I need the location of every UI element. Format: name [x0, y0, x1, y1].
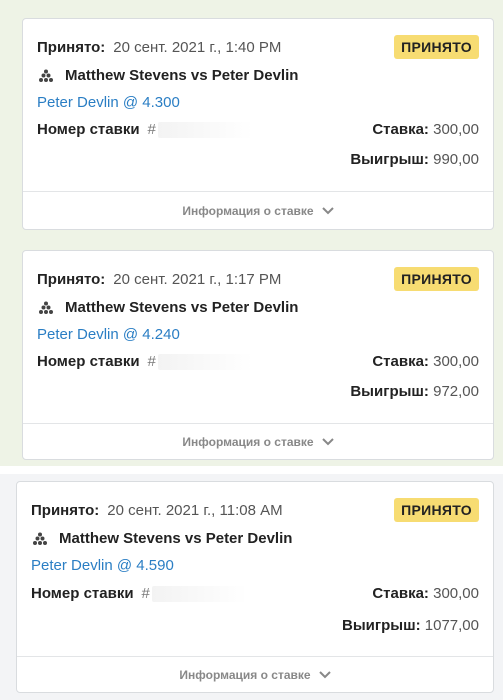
- snooker-triangle-icon: [39, 69, 53, 82]
- accepted-label: Принято:: [37, 39, 106, 56]
- win-label: Выигрыш:: [350, 151, 429, 168]
- accepted-date: 20 сент. 2021 г., 1:40 PM: [113, 39, 282, 56]
- status-badge: ПРИНЯТО: [394, 498, 479, 522]
- bet-number-label: Номер ставки: [37, 353, 140, 370]
- win-pair: Выигрыш: 1077,00: [342, 617, 479, 634]
- bet-number-prefix: #: [141, 585, 150, 602]
- stake-pair: Ставка: 300,00: [372, 121, 479, 138]
- bet-number-redacted: [151, 585, 247, 602]
- bet-number-prefix: #: [147, 121, 156, 138]
- win-value: 1077,00: [424, 617, 479, 634]
- bet-number-redacted: [157, 353, 253, 370]
- status-badge: ПРИНЯТО: [394, 35, 479, 59]
- match-row: Matthew Stevens vs Peter Devlin: [37, 299, 479, 316]
- win-pair: Выигрыш: 972,00: [350, 383, 479, 400]
- bet-info-toggle[interactable]: Информация о ставке: [23, 423, 493, 459]
- win-label: Выигрыш:: [350, 383, 429, 400]
- accepted-label: Принято:: [31, 502, 100, 519]
- bet-card: Принято: 20 сент. 2021 г., 1:40 PM ПРИНЯ…: [22, 18, 494, 230]
- bet-card: Принято: 20 сент. 2021 г., 1:17 PM ПРИНЯ…: [22, 250, 494, 460]
- bet-number-prefix: #: [147, 353, 156, 370]
- bet-number-label: Номер ставки: [37, 121, 140, 138]
- stake-value: 300,00: [433, 353, 479, 370]
- selection-odds[interactable]: Peter Devlin @ 4.590: [31, 557, 174, 574]
- selection-row: Peter Devlin @ 4.300: [37, 94, 479, 111]
- snooker-triangle-icon: [39, 301, 53, 314]
- bet-number-redacted: [157, 121, 253, 138]
- selection-row: Peter Devlin @ 4.590: [31, 557, 479, 574]
- bet-card: Принято: 20 сент. 2021 г., 11:08 AM ПРИН…: [16, 481, 494, 693]
- win-value: 972,00: [433, 383, 479, 400]
- bet-info-label: Информация о ставке: [182, 203, 314, 218]
- match-row: Matthew Stevens vs Peter Devlin: [31, 530, 479, 547]
- stake-label: Ставка:: [372, 585, 429, 602]
- bet-info-toggle[interactable]: Информация о ставке: [23, 191, 493, 229]
- win-pair: Выигрыш: 990,00: [350, 151, 479, 168]
- stake-label: Ставка:: [372, 353, 429, 370]
- stake-pair: Ставка: 300,00: [372, 353, 479, 370]
- strip-divider: [0, 466, 503, 474]
- accepted-date: 20 сент. 2021 г., 11:08 AM: [107, 502, 283, 519]
- stake-value: 300,00: [433, 585, 479, 602]
- chevron-down-icon: [318, 670, 331, 678]
- chevron-down-icon: [321, 206, 334, 214]
- status-badge: ПРИНЯТО: [394, 267, 479, 291]
- selection-odds[interactable]: Peter Devlin @ 4.300: [37, 94, 180, 111]
- stake-value: 300,00: [433, 121, 479, 138]
- snooker-triangle-icon: [33, 532, 47, 545]
- win-label: Выигрыш:: [342, 617, 421, 634]
- accepted-date: 20 сент. 2021 г., 1:17 PM: [113, 271, 282, 288]
- selection-row: Peter Devlin @ 4.240: [37, 326, 479, 343]
- bet-info-toggle[interactable]: Информация о ставке: [17, 656, 493, 692]
- stake-label: Ставка:: [372, 121, 429, 138]
- bet-number-label: Номер ставки: [31, 585, 134, 602]
- chevron-down-icon: [321, 437, 334, 445]
- bet-info-label: Информация о ставке: [179, 667, 311, 682]
- selection-odds[interactable]: Peter Devlin @ 4.240: [37, 326, 180, 343]
- stake-pair: Ставка: 300,00: [372, 585, 479, 602]
- accepted-label: Принято:: [37, 271, 106, 288]
- match-title: Matthew Stevens vs Peter Devlin: [65, 67, 299, 84]
- bet-info-label: Информация о ставке: [182, 434, 314, 449]
- match-title: Matthew Stevens vs Peter Devlin: [59, 530, 293, 547]
- match-title: Matthew Stevens vs Peter Devlin: [65, 299, 299, 316]
- match-row: Matthew Stevens vs Peter Devlin: [37, 67, 479, 84]
- win-value: 990,00: [433, 151, 479, 168]
